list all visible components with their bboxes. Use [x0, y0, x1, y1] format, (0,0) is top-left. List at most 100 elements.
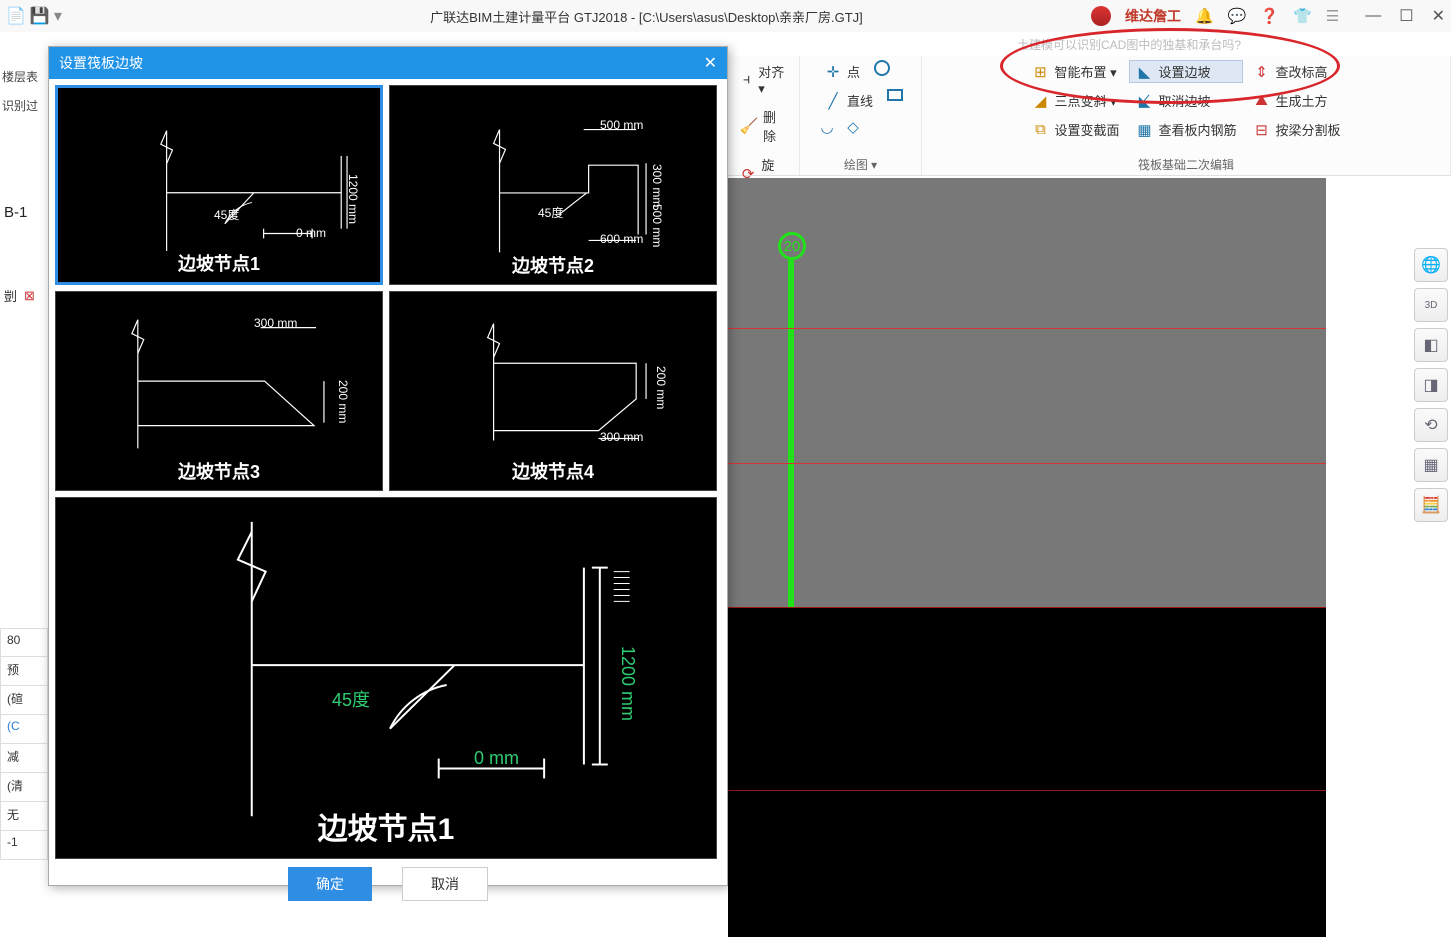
- align-button[interactable]: ⫞对齐 ▾: [734, 60, 791, 99]
- canvas-gray[interactable]: [728, 232, 1326, 607]
- dim-angle: 45度: [538, 204, 563, 221]
- line-button[interactable]: ╱直线: [818, 89, 879, 112]
- circle-icon[interactable]: [874, 60, 890, 76]
- cube1-tool[interactable]: ◧: [1414, 328, 1448, 362]
- preview-angle: 45度: [332, 686, 370, 712]
- cell[interactable]: 预: [0, 657, 48, 686]
- axis-vertical: [788, 232, 794, 607]
- doc-icon: 📄: [6, 6, 26, 26]
- dim-r: 300 mm: [650, 164, 664, 207]
- cell[interactable]: (碹: [0, 686, 48, 715]
- view3d-tool[interactable]: 3D: [1414, 288, 1448, 322]
- cell[interactable]: -1: [0, 831, 48, 860]
- app-title: 广联达BIM土建计量平台 GTJ2018 - [C:\Users\asus\De…: [430, 7, 863, 26]
- chat-icon[interactable]: 💬: [1228, 7, 1247, 25]
- left-label-2: 识别过: [0, 91, 48, 120]
- left-label-1: 楼层表: [0, 62, 48, 91]
- group-label-raft: 筏板基础二次编辑: [1138, 156, 1234, 173]
- delete-button[interactable]: 🧹删除: [734, 105, 791, 147]
- cell[interactable]: 无: [0, 802, 48, 831]
- split-beam-button[interactable]: ⊟按梁分割板: [1247, 118, 1347, 141]
- bell-icon[interactable]: 🔔: [1195, 7, 1214, 25]
- rect-icon[interactable]: [887, 89, 903, 101]
- minimize-button[interactable]: —: [1365, 7, 1381, 25]
- thumb-label: 边坡节点2: [390, 252, 716, 278]
- dim-top: 500 mm: [600, 118, 643, 132]
- dim-r: 200 mm: [654, 366, 668, 409]
- orbit-tool[interactable]: 🌐: [1414, 248, 1448, 282]
- three-point-button[interactable]: ◢三点变斜 ▾: [1025, 89, 1125, 112]
- canvas-topband: [728, 178, 1326, 232]
- dim-w: 0 mm: [296, 226, 326, 240]
- cell[interactable]: 减: [0, 744, 48, 773]
- preview-w: 0 mm: [474, 748, 519, 769]
- copy-label[interactable]: 剴: [4, 286, 17, 305]
- slope-icon: ◣: [1135, 63, 1153, 81]
- help-icon[interactable]: ❓: [1260, 7, 1279, 25]
- poly-icon[interactable]: ◇: [844, 118, 862, 136]
- thumb-label: 边坡节点3: [56, 458, 382, 484]
- dialog-titlebar[interactable]: 设置筏板边坡 ✕: [49, 47, 727, 79]
- dim-b: 600 mm: [600, 232, 643, 246]
- slope-template-2[interactable]: 500 mm 300 mm 500 mm 600 mm 45度 边坡节点2: [389, 85, 717, 285]
- slope-template-1[interactable]: 45度 1200 mm 0 mm 边坡节点1: [55, 85, 383, 285]
- del-small-icon[interactable]: ⊠: [24, 288, 35, 304]
- dropdown-icon[interactable]: ▾: [54, 6, 62, 26]
- ok-button[interactable]: 确定: [288, 867, 372, 901]
- cell[interactable]: (C: [0, 715, 48, 744]
- brand-text: 维达詹工: [1125, 6, 1181, 26]
- delete-icon: 🧹: [740, 117, 758, 135]
- gen-soil-button[interactable]: ⛰生成土方: [1247, 89, 1347, 112]
- threept-icon: ◢: [1031, 92, 1049, 110]
- soil-icon: ⛰: [1253, 92, 1271, 110]
- component-label: B-1: [0, 200, 31, 225]
- cancel-slope-icon: ◣̸: [1135, 92, 1153, 110]
- menu-icon[interactable]: ☰: [1326, 7, 1339, 25]
- shirt-icon[interactable]: 👕: [1293, 7, 1312, 25]
- mod-elev-button[interactable]: ⇕查改标高: [1247, 60, 1347, 83]
- cell[interactable]: 80: [0, 628, 48, 657]
- gridline-red: [728, 463, 1326, 464]
- align-icon: ⫞: [740, 71, 753, 89]
- cell[interactable]: (清: [0, 773, 48, 802]
- split-icon: ⊟: [1253, 121, 1271, 139]
- smart-layout-button[interactable]: ⊞智能布置 ▾: [1025, 60, 1125, 83]
- gridline-darkred: [728, 607, 1326, 608]
- left-panel-fragment: 楼层表 识别过: [0, 62, 48, 120]
- refresh-tool[interactable]: ⟲: [1414, 408, 1448, 442]
- dim-angle: 45度: [214, 206, 239, 223]
- preview-label: 边坡节点1: [56, 804, 716, 848]
- slope-template-4[interactable]: 300 mm 200 mm 边坡节点4: [389, 291, 717, 491]
- section-icon: ⧉: [1031, 121, 1049, 139]
- view-tools: 🌐 3D ◧ ◨ ⟲ ▦ 🧮: [1411, 248, 1451, 522]
- close-button[interactable]: ✕: [1432, 6, 1445, 26]
- dialog-close-button[interactable]: ✕: [704, 53, 717, 73]
- grid-tool[interactable]: ▦: [1414, 448, 1448, 482]
- search-hint: 土建模可以识别CAD图中的独基和承台吗?: [1017, 36, 1241, 53]
- rebar-icon: ▦: [1135, 121, 1153, 139]
- dim-r: 200 mm: [336, 380, 350, 423]
- smart-icon: ⊞: [1031, 63, 1049, 81]
- line-icon: ╱: [824, 92, 842, 110]
- dim-b: 300 mm: [600, 430, 643, 444]
- cancel-button[interactable]: 取消: [402, 867, 488, 901]
- set-section-button[interactable]: ⧉设置变截面: [1025, 118, 1125, 141]
- elev-icon: ⇕: [1253, 63, 1271, 81]
- dialog-title: 设置筏板边坡: [59, 53, 143, 73]
- cube2-tool[interactable]: ◨: [1414, 368, 1448, 402]
- maximize-button[interactable]: ☐: [1399, 6, 1413, 26]
- thumb-label: 边坡节点4: [390, 458, 716, 484]
- cancel-slope-button[interactable]: ◣̸取消边坡: [1129, 89, 1242, 112]
- group-label-draw: 绘图 ▾: [844, 156, 877, 173]
- set-slope-button[interactable]: ◣设置边坡: [1129, 60, 1242, 83]
- slope-template-3[interactable]: 300 mm 200 mm 边坡节点3: [55, 291, 383, 491]
- arc-icon[interactable]: ◡: [818, 118, 836, 136]
- calc-tool[interactable]: 🧮: [1414, 488, 1448, 522]
- save-icon[interactable]: 💾: [30, 6, 50, 26]
- dim-top: 300 mm: [254, 316, 297, 330]
- point-button[interactable]: ✛点: [818, 60, 866, 83]
- ribbon: ⫞对齐 ▾ 🧹删除 ⟳旋转 ✛点 ╱直线 ◡ ◇ 绘图 ▾ ⊞智能布置 ▾: [726, 56, 1451, 176]
- left-grid-fragment: 80 预 (碹 (C 减 (清 无 -1: [0, 628, 48, 860]
- axis-bubble: 20: [778, 232, 806, 260]
- view-rebar-button[interactable]: ▦查看板内钢筋: [1129, 118, 1242, 141]
